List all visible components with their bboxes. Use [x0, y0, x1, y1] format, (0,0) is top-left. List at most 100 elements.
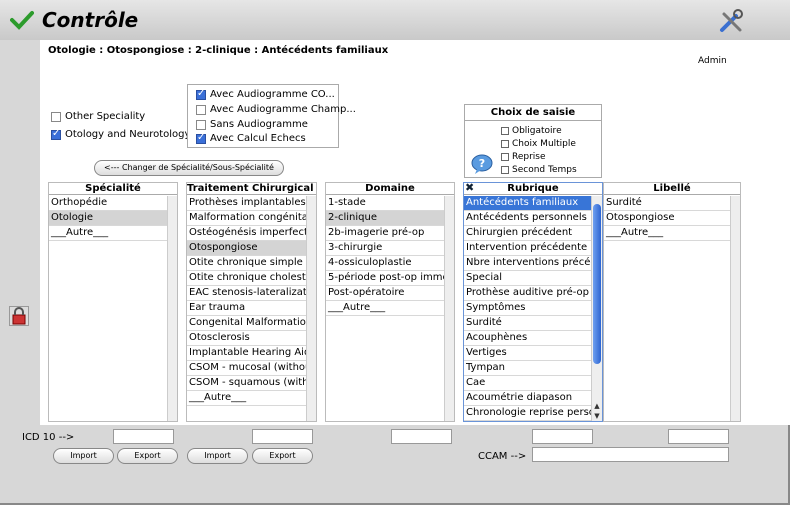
- domaine-row[interactable]: 5-période post-op immédiat: [326, 271, 444, 286]
- close-icon[interactable]: ✖: [465, 181, 474, 194]
- rubrique-row[interactable]: Antécédents familiaux: [464, 196, 591, 211]
- traitement-row[interactable]: Congenital Malformation of: [187, 316, 306, 331]
- libelle-row[interactable]: Surdité: [604, 196, 730, 211]
- traitement-row[interactable]: Implantable Hearing Aid: [187, 346, 306, 361]
- choix-option-multiple[interactable]: Choix Multiple: [501, 139, 576, 149]
- lock-icon[interactable]: [9, 306, 29, 326]
- choix-option-obligatoire[interactable]: Obligatoire: [501, 126, 562, 136]
- domaine-header[interactable]: Domaine: [326, 183, 454, 195]
- domaine-scrollbar[interactable]: [444, 196, 454, 421]
- traitement-row[interactable]: CSOM - mucosal (without c: [187, 361, 306, 376]
- choix-reprise-checkbox[interactable]: [501, 153, 509, 161]
- speciality-other-option[interactable]: Other Speciality: [51, 111, 145, 122]
- libelle-row[interactable]: Otospongiose: [604, 211, 730, 226]
- user-name: Admin: [698, 56, 727, 66]
- rubrique-row[interactable]: Prothèse auditive pré-op: [464, 286, 591, 301]
- traitement-header[interactable]: Traitement Chirurgical ...: [187, 183, 316, 195]
- icd-input-libelle[interactable]: [668, 429, 729, 444]
- icd-input-domaine[interactable]: [391, 429, 452, 444]
- libelle-scrollbar[interactable]: [730, 196, 740, 421]
- audio-option-1[interactable]: Avec Audiogramme CO...: [196, 88, 335, 100]
- rubrique-row[interactable]: Symptômes: [464, 301, 591, 316]
- scroll-up-arrow-icon[interactable]: ▲: [593, 402, 601, 411]
- rubrique-scrollbar[interactable]: ▲ ▼: [591, 196, 602, 421]
- libelle-column: Libellé Surdité Otospongiose ___Autre___: [603, 182, 741, 422]
- rubrique-row[interactable]: Acouphènes: [464, 331, 591, 346]
- rubrique-row[interactable]: Chronologie reprise personn: [464, 406, 591, 421]
- traitement-row[interactable]: ___Autre___: [187, 391, 306, 406]
- rubrique-row[interactable]: Intervention précédente: [464, 241, 591, 256]
- specialite-column: Spécialité Orthopédie Otologie ___Autre___: [48, 182, 178, 422]
- domaine-row[interactable]: ___Autre___: [326, 301, 444, 316]
- scroll-down-arrow-icon[interactable]: ▼: [593, 412, 601, 421]
- domaine-row[interactable]: 2-clinique: [326, 211, 444, 226]
- rubrique-row[interactable]: Nbre interventions précéde: [464, 256, 591, 271]
- choix-multiple-checkbox[interactable]: [501, 140, 509, 148]
- traitement-row[interactable]: Prothèses implantables: [187, 196, 306, 211]
- tools-icon[interactable]: [718, 8, 744, 34]
- audio-option-4[interactable]: Avec Calcul Echecs: [196, 132, 306, 144]
- rubrique-row[interactable]: Tympan: [464, 361, 591, 376]
- choix-second-temps-checkbox[interactable]: [501, 166, 509, 174]
- specialite-scrollbar[interactable]: [167, 196, 177, 421]
- traitement-row[interactable]: CSOM - squamous (with ch: [187, 376, 306, 391]
- help-icon[interactable]: ?: [471, 153, 493, 175]
- speciality-otology-checkbox[interactable]: [51, 128, 61, 140]
- rubrique-row[interactable]: Special: [464, 271, 591, 286]
- choix-option-second-temps[interactable]: Second Temps: [501, 165, 577, 175]
- audio-option-2[interactable]: Avec Audiogramme Champ...: [196, 104, 356, 115]
- choix-obligatoire-label: Obligatoire: [512, 126, 562, 136]
- domaine-row[interactable]: 1-stade: [326, 196, 444, 211]
- import-button-1[interactable]: Import: [53, 448, 114, 464]
- audio-option-1-checkbox[interactable]: [196, 88, 206, 100]
- speciality-otology-option[interactable]: Otology and Neurotology: [51, 128, 190, 140]
- rubrique-scroll-thumb[interactable]: [593, 204, 601, 364]
- domaine-list: 1-stade 2-clinique 2b-imagerie pré-op 3-chi…: [326, 196, 444, 421]
- choix-multiple-label: Choix Multiple: [512, 139, 576, 149]
- domaine-row[interactable]: 2b-imagerie pré-op: [326, 226, 444, 241]
- traitement-row[interactable]: Ear trauma: [187, 301, 306, 316]
- export-button-2[interactable]: Export: [252, 448, 313, 464]
- domaine-row[interactable]: 4-ossiculoplastie: [326, 256, 444, 271]
- rubrique-row[interactable]: Acoumétrie diapason: [464, 391, 591, 406]
- traitement-row[interactable]: Otite chronique cholestéato: [187, 271, 306, 286]
- traitement-row[interactable]: EAC stenosis-lateralization-: [187, 286, 306, 301]
- rubrique-header[interactable]: Rubrique: [464, 183, 602, 195]
- icd-input-rubrique[interactable]: [532, 429, 593, 444]
- audio-option-4-checkbox[interactable]: [196, 132, 206, 144]
- speciality-other-checkbox[interactable]: [51, 111, 61, 122]
- traitement-row[interactable]: Malformation congénitale de: [187, 211, 306, 226]
- domaine-row[interactable]: 3-chirurgie: [326, 241, 444, 256]
- choix-title: Choix de saisie: [465, 105, 601, 121]
- choix-option-reprise[interactable]: Reprise: [501, 152, 546, 162]
- domaine-row[interactable]: Post-opératoire: [326, 286, 444, 301]
- import-button-2[interactable]: Import: [187, 448, 248, 464]
- rubrique-list: Antécédents familiaux Antécédents personn…: [464, 196, 591, 421]
- export-button-1[interactable]: Export: [117, 448, 178, 464]
- traitement-scrollbar[interactable]: [306, 196, 316, 421]
- rubrique-row[interactable]: Antécédents personnels: [464, 211, 591, 226]
- change-speciality-button[interactable]: <--- Changer de Spécialité/Sous-Spéciali…: [94, 160, 284, 176]
- choix-obligatoire-checkbox[interactable]: [501, 127, 509, 135]
- rubrique-row[interactable]: Cae: [464, 376, 591, 391]
- rubrique-row[interactable]: Surdité: [464, 316, 591, 331]
- traitement-row[interactable]: Otospongiose: [187, 241, 306, 256]
- rubrique-row[interactable]: Chirurgien précédent: [464, 226, 591, 241]
- specialite-header[interactable]: Spécialité: [49, 183, 177, 195]
- icd-input-specialite[interactable]: [113, 429, 174, 444]
- icd-label: ICD 10 -->: [22, 432, 75, 443]
- libelle-row[interactable]: ___Autre___: [604, 226, 730, 241]
- specialite-row[interactable]: Otologie: [49, 211, 167, 226]
- traitement-row[interactable]: Ostéogénésis imperfecta: [187, 226, 306, 241]
- ccam-input[interactable]: [532, 447, 729, 462]
- rubrique-row[interactable]: Vertiges: [464, 346, 591, 361]
- traitement-row[interactable]: Otosclerosis: [187, 331, 306, 346]
- specialite-row[interactable]: Orthopédie: [49, 196, 167, 211]
- traitement-row[interactable]: Otite chronique simple: [187, 256, 306, 271]
- audio-option-3-checkbox[interactable]: [196, 119, 206, 130]
- audio-option-2-checkbox[interactable]: [196, 104, 206, 115]
- audio-option-3[interactable]: Sans Audiogramme: [196, 119, 308, 130]
- specialite-row[interactable]: ___Autre___: [49, 226, 167, 241]
- libelle-header[interactable]: Libellé: [604, 183, 740, 195]
- icd-input-traitement[interactable]: [252, 429, 313, 444]
